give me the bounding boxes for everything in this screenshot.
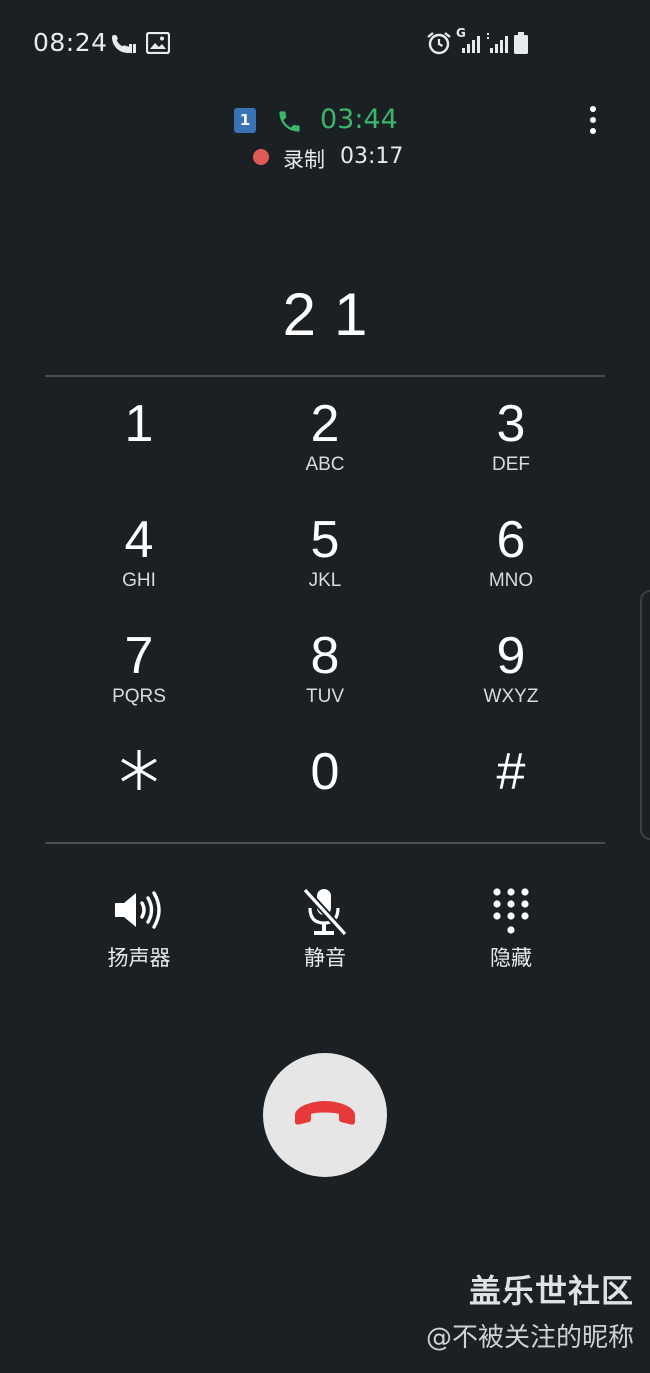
hide-label: 隐藏 <box>490 946 532 970</box>
key-hash[interactable]: # <box>436 728 586 838</box>
recording-label: 录制 <box>283 148 325 172</box>
mic-off-icon <box>302 887 348 937</box>
mute-label: 静音 <box>304 946 346 970</box>
key-digit: 4 <box>124 511 154 569</box>
battery-icon <box>513 31 529 59</box>
key-letters: WXYZ <box>483 686 539 707</box>
key-digit: 1 <box>124 395 154 453</box>
key-digit: 0 <box>310 743 340 801</box>
phone-icon <box>276 108 303 139</box>
signal-icon <box>484 30 510 60</box>
asterisk-glyph <box>121 750 157 790</box>
key-letters: MNO <box>488 570 534 591</box>
key-digit: 5 <box>310 511 340 569</box>
key-9[interactable]: 9 WXYZ <box>436 612 586 722</box>
key-digit: 7 <box>124 627 154 685</box>
mute-button[interactable]: 静音 <box>250 886 400 996</box>
key-star[interactable] <box>64 728 214 838</box>
status-time: 08:24 <box>33 28 108 57</box>
key-6[interactable]: 6 MNO <box>436 496 586 606</box>
watermark-user: @不被关注的昵称 <box>425 1323 634 1353</box>
more-options-button[interactable] <box>578 100 608 142</box>
keypad-icon <box>493 888 529 934</box>
call-duration: 03:44 <box>320 104 398 135</box>
key-4[interactable]: 4 GHI <box>64 496 214 606</box>
key-digit: 8 <box>310 627 340 685</box>
more-dot <box>590 106 596 112</box>
end-call-button[interactable] <box>263 1053 387 1177</box>
call-in-progress-icon <box>110 32 138 60</box>
status-bar: 08:24 G <box>0 0 650 86</box>
key-letters: JKL <box>308 570 342 591</box>
key-digit: 9 <box>496 627 526 685</box>
key-letters: GHI <box>122 570 156 591</box>
recording-indicator <box>253 149 269 165</box>
key-0[interactable]: 0 <box>250 728 400 838</box>
key-letters: ABC <box>305 454 345 475</box>
more-dot <box>590 117 596 123</box>
key-letters: TUV <box>306 686 344 707</box>
key-1[interactable]: 1 <box>64 380 214 490</box>
end-call-icon <box>295 1101 355 1125</box>
asterisk-icon <box>64 728 214 802</box>
sim-badge: 1 <box>234 108 256 133</box>
key-5[interactable]: 5 JKL <box>250 496 400 606</box>
more-dot <box>590 128 596 134</box>
key-digit: 2 <box>310 395 340 453</box>
signal-g-label: G <box>456 26 466 40</box>
key-digit: 6 <box>496 511 526 569</box>
key-7[interactable]: 7 PQRS <box>64 612 214 722</box>
key-letters: PQRS <box>112 686 166 707</box>
gallery-icon <box>145 31 171 58</box>
key-8[interactable]: 8 TUV <box>250 612 400 722</box>
key-digit: 3 <box>496 395 526 453</box>
key-digit: # <box>496 743 526 801</box>
key-2[interactable]: 2 ABC <box>250 380 400 490</box>
edge-panel-handle[interactable] <box>640 590 650 840</box>
hide-keypad-button[interactable]: 隐藏 <box>436 886 586 996</box>
divider <box>45 842 605 844</box>
watermark-title: 盖乐世社区 <box>468 1272 634 1310</box>
speaker-label: 扬声器 <box>107 946 171 970</box>
dialed-number: 21 <box>282 281 386 348</box>
key-3[interactable]: 3 DEF <box>436 380 586 490</box>
signal-g-icon: G <box>456 26 482 60</box>
key-letters: DEF <box>492 454 530 475</box>
speaker-icon <box>115 891 161 929</box>
recording-time: 03:17 <box>340 144 404 169</box>
alarm-icon <box>426 31 452 59</box>
divider <box>45 375 605 377</box>
speaker-button[interactable]: 扬声器 <box>64 886 214 996</box>
